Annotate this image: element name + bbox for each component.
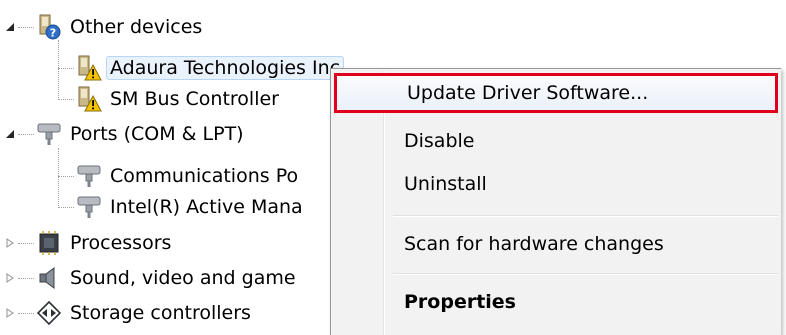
menu-separator xyxy=(393,273,778,275)
tree-connector xyxy=(58,68,74,69)
menu-item-uninstall[interactable]: Uninstall xyxy=(334,164,778,204)
port-icon xyxy=(77,196,101,218)
tree-category-other-devices[interactable]: ? Other devices xyxy=(36,11,202,43)
collapse-icon[interactable] xyxy=(4,128,16,140)
tree-category-label: Ports (COM & LPT) xyxy=(70,123,244,145)
unknown-device-icon: ? xyxy=(39,14,61,40)
tree-connector xyxy=(18,278,34,279)
tree-connector xyxy=(18,313,34,314)
tree-connector xyxy=(58,207,74,208)
tree-category-storage-controllers[interactable]: Storage controllers xyxy=(36,297,251,329)
tree-category-processors[interactable]: Processors xyxy=(36,227,171,259)
expand-icon[interactable] xyxy=(4,272,16,284)
speaker-icon xyxy=(39,267,55,289)
menu-item-label: Uninstall xyxy=(404,173,487,195)
tree-connector xyxy=(58,40,59,100)
tree-item-adaura-technologies[interactable]: Adaura Technologies Inc xyxy=(76,52,345,84)
tree-connector xyxy=(18,243,34,244)
tree-connector xyxy=(18,27,34,28)
tree-item-label: Adaura Technologies Inc xyxy=(106,56,345,80)
collapse-icon[interactable] xyxy=(4,21,16,33)
menu-separator xyxy=(393,215,778,217)
tree-category-label: Processors xyxy=(70,232,172,254)
tree-connector xyxy=(58,148,59,208)
menu-item-label: Scan for hardware changes xyxy=(404,233,664,255)
tree-item-label: Intel(R) Active Mana xyxy=(110,196,303,218)
tree-item-sm-bus-controller[interactable]: SM Bus Controller xyxy=(76,83,279,115)
expand-icon[interactable] xyxy=(4,237,16,249)
tree-category-sound-video-game[interactable]: Sound, video and game xyxy=(36,262,296,294)
tree-category-label: Sound, video and game xyxy=(70,267,296,289)
port-icon xyxy=(37,123,61,145)
menu-item-scan-for-hardware-changes[interactable]: Scan for hardware changes xyxy=(334,224,778,264)
port-icon xyxy=(77,165,101,187)
menu-item-disable[interactable]: Disable xyxy=(334,121,778,161)
processor-icon xyxy=(39,231,59,255)
menu-item-label: Update Driver Software... xyxy=(407,82,649,104)
menu-item-properties[interactable]: Properties xyxy=(334,282,778,322)
svg-text:?: ? xyxy=(50,27,56,40)
menu-item-label: Disable xyxy=(404,130,475,152)
warning-device-icon xyxy=(78,86,102,112)
tree-item-intel-active-management[interactable]: Intel(R) Active Mana xyxy=(76,191,303,223)
tree-connector xyxy=(58,99,74,100)
tree-connector xyxy=(18,134,34,135)
tree-category-ports[interactable]: Ports (COM & LPT) xyxy=(36,118,244,150)
tree-item-label: SM Bus Controller xyxy=(110,88,279,110)
tree-connector xyxy=(58,176,74,177)
warning-device-icon xyxy=(78,55,102,81)
menu-item-update-driver-software[interactable]: Update Driver Software... xyxy=(334,73,778,113)
device-manager-view: ? Other devices Adaura Technologies Inc xyxy=(0,0,786,335)
context-menu: Update Driver Software... Disable Uninst… xyxy=(330,68,781,335)
tree-category-label: Other devices xyxy=(70,16,203,38)
storage-controller-icon xyxy=(36,300,62,326)
tree-category-label: Storage controllers xyxy=(70,302,251,324)
tree-item-label: Communications Po xyxy=(110,165,299,187)
expand-icon[interactable] xyxy=(4,307,16,319)
menu-item-label: Properties xyxy=(404,291,516,313)
tree-item-communications-port[interactable]: Communications Po xyxy=(76,160,298,192)
